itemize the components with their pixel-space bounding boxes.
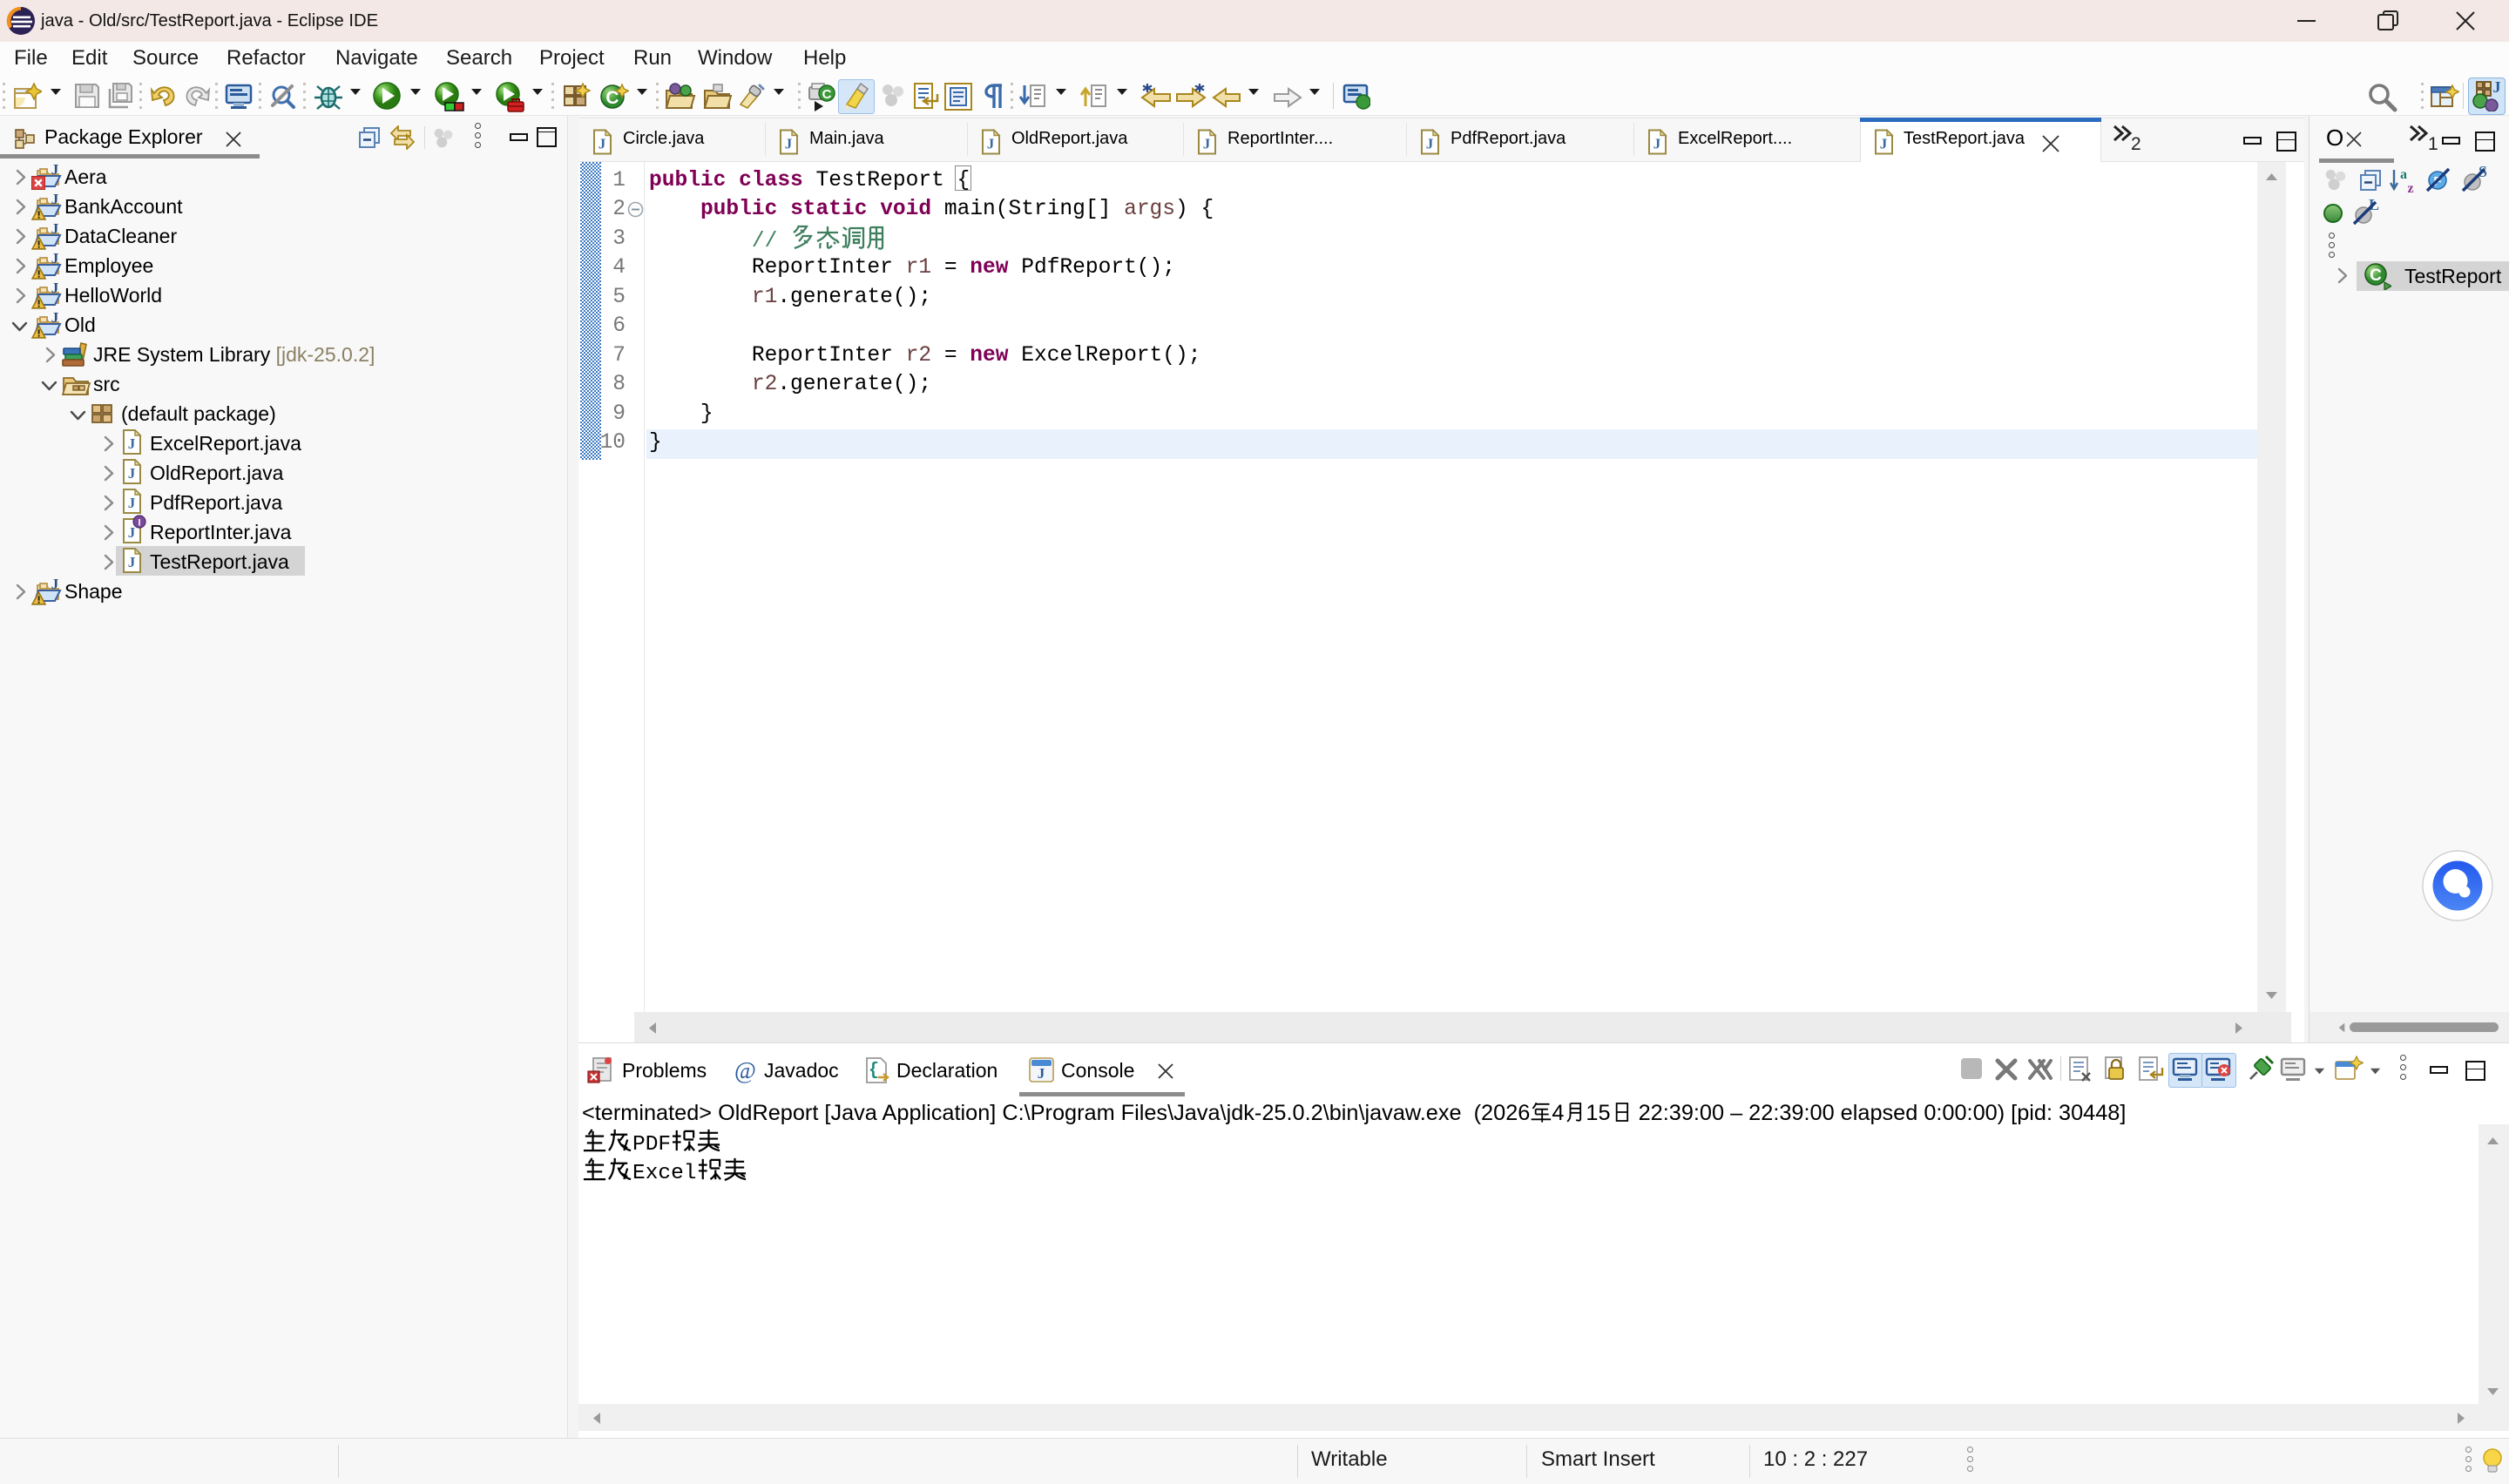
- svg-text:J: J: [1038, 1065, 1045, 1082]
- svg-text:z: z: [2407, 181, 2413, 194]
- svg-text:{: {: [869, 1061, 879, 1081]
- svg-text:J: J: [2493, 80, 2501, 96]
- svg-text:a: a: [2400, 167, 2407, 182]
- svg-text:C: C: [2370, 266, 2382, 285]
- svg-text:C: C: [822, 87, 832, 102]
- svg-text:I: I: [138, 518, 140, 529]
